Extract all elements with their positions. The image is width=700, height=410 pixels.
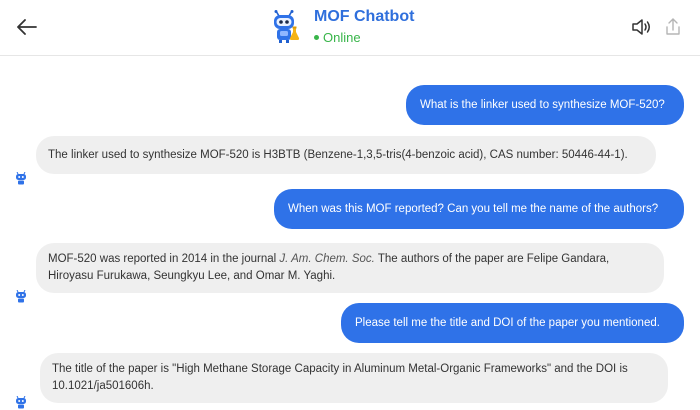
bot-avatar-icon: [16, 396, 26, 409]
share-icon[interactable]: [664, 16, 682, 38]
chat-title: MOF Chatbot: [314, 8, 415, 25]
user-message: When was this MOF reported? Can you tell…: [274, 189, 684, 229]
user-message: Please tell me the title and DOI of the …: [341, 303, 684, 343]
message-text: The title of the paper is "High Methane …: [52, 363, 628, 392]
message-text-part: MOF-520 was reported in 2014 in the jour…: [48, 253, 280, 265]
user-message: What is the linker used to synthesize MO…: [406, 85, 684, 125]
message-text: When was this MOF reported? Can you tell…: [288, 202, 659, 215]
chat-header: MOF Chatbot Online: [0, 0, 700, 56]
arrow-left-icon: [17, 19, 37, 35]
journal-name: J. Am. Chem. Soc.: [279, 253, 375, 265]
message-text: Please tell me the title and DOI of the …: [355, 316, 660, 329]
message-text: The linker used to synthesize MOF-520 is…: [48, 148, 628, 161]
message-text: What is the linker used to synthesize MO…: [420, 98, 665, 111]
bot-message: The linker used to synthesize MOF-520 is…: [36, 136, 656, 174]
bot-avatar-icon: [16, 172, 26, 185]
status-dot-icon: [314, 35, 319, 40]
back-button[interactable]: [14, 14, 40, 40]
bot-message: The title of the paper is "High Methane …: [40, 353, 668, 403]
online-status: Online: [314, 30, 361, 45]
chat-app: MOF Chatbot Online What is the linker us…: [0, 0, 700, 410]
bot-avatar-icon: [16, 290, 26, 303]
bot-message: MOF-520 was reported in 2014 in the jour…: [36, 243, 664, 293]
robot-icon: [274, 10, 300, 43]
message-list: What is the linker used to synthesize MO…: [0, 56, 700, 410]
speaker-icon[interactable]: [630, 16, 652, 38]
status-label: Online: [323, 30, 361, 45]
